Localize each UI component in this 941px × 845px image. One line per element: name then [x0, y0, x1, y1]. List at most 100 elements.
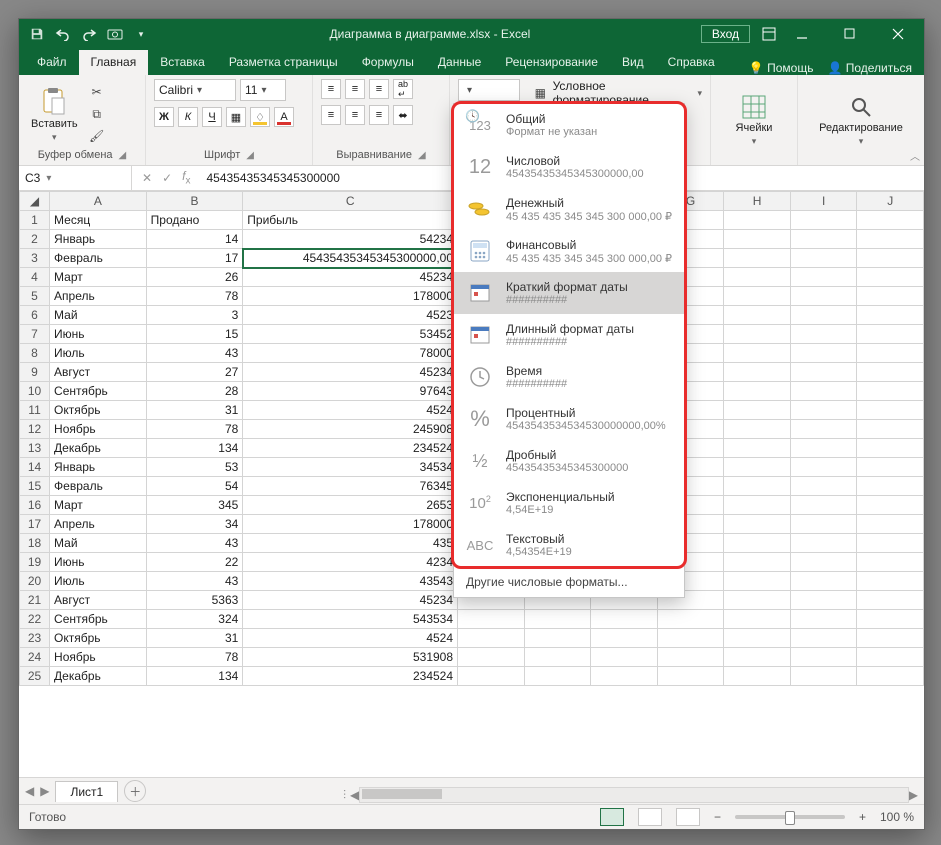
cell[interactable]: 245908	[243, 420, 458, 439]
save-icon[interactable]	[29, 26, 45, 42]
cells-button[interactable]: Ячейки ▾	[732, 92, 777, 149]
cell[interactable]: 4524	[243, 629, 458, 648]
cell[interactable]: 31	[146, 629, 243, 648]
tab-help[interactable]: Справка	[656, 50, 727, 75]
row-header[interactable]: 14	[20, 458, 50, 477]
row-header[interactable]: 20	[20, 572, 50, 591]
cell[interactable]: 78000	[243, 344, 458, 363]
cell[interactable]: 43	[146, 534, 243, 553]
close-button[interactable]	[876, 19, 920, 49]
cell[interactable]: 14	[146, 230, 243, 249]
cell[interactable]: 4524	[243, 401, 458, 420]
font-size-combo[interactable]: 11▾	[240, 79, 286, 101]
cell[interactable]: 17	[146, 249, 243, 268]
tab-review[interactable]: Рецензирование	[493, 50, 610, 75]
cell[interactable]: 22	[146, 553, 243, 572]
font-color-button[interactable]: А	[274, 107, 294, 127]
cell[interactable]: 45234	[243, 268, 458, 287]
cell[interactable]: Июль	[50, 344, 147, 363]
cell[interactable]: Месяц	[50, 211, 147, 230]
merge-button[interactable]: ⬌	[393, 105, 413, 125]
cancel-formula-icon[interactable]: ✕	[142, 171, 152, 185]
zoom-in-button[interactable]: +	[859, 810, 866, 824]
align-left-icon[interactable]: ≡	[321, 105, 341, 125]
redo-icon[interactable]	[81, 26, 97, 42]
cell[interactable]: Декабрь	[50, 439, 147, 458]
cell[interactable]: Апрель	[50, 515, 147, 534]
cell[interactable]: 78	[146, 648, 243, 667]
cell[interactable]: Ноябрь	[50, 648, 147, 667]
row-header[interactable]: 23	[20, 629, 50, 648]
cell[interactable]: Январь	[50, 230, 147, 249]
font-name-combo[interactable]: Calibri▾	[154, 79, 236, 101]
number-format-combo[interactable]: ▾	[458, 79, 520, 101]
format-option[interactable]: Длинный формат даты##########	[454, 314, 684, 356]
cell[interactable]: 26	[146, 268, 243, 287]
cell[interactable]: 15	[146, 325, 243, 344]
column-header[interactable]: A	[50, 192, 147, 211]
row-header[interactable]: 13	[20, 439, 50, 458]
column-header[interactable]: H	[724, 192, 791, 211]
format-option[interactable]: ½Дробный45435435345345300000	[454, 440, 684, 482]
row-header[interactable]: 16	[20, 496, 50, 515]
cell[interactable]: 345	[146, 496, 243, 515]
cell[interactable]: Сентябрь	[50, 610, 147, 629]
borders-button[interactable]: ▦	[226, 107, 246, 127]
share-button[interactable]: 👤 Поделиться	[827, 61, 912, 75]
dialog-launcher-icon[interactable]: ◢	[418, 150, 426, 161]
cell[interactable]: Июнь	[50, 325, 147, 344]
cell[interactable]: 53	[146, 458, 243, 477]
horizontal-scrollbar[interactable]: ⫶ ◀ ▶	[339, 786, 918, 804]
tab-view[interactable]: Вид	[610, 50, 656, 75]
paste-button[interactable]: Вставить ▾	[27, 84, 82, 145]
tab-formulas[interactable]: Формулы	[350, 50, 426, 75]
cell[interactable]: Октябрь	[50, 401, 147, 420]
tab-file[interactable]: Файл	[25, 50, 79, 75]
cell[interactable]: Июнь	[50, 553, 147, 572]
row-header[interactable]: 22	[20, 610, 50, 629]
accept-formula-icon[interactable]: ✓	[162, 171, 172, 185]
tab-insert[interactable]: Вставка	[148, 50, 217, 75]
column-header[interactable]: I	[790, 192, 857, 211]
underline-button[interactable]: Ч	[202, 107, 222, 127]
row-header[interactable]: 17	[20, 515, 50, 534]
tab-data[interactable]: Данные	[426, 50, 493, 75]
cell[interactable]: 234524	[243, 439, 458, 458]
cell[interactable]: 4234	[243, 553, 458, 572]
name-box[interactable]: C3▾	[19, 166, 132, 190]
row-header[interactable]: 21	[20, 591, 50, 610]
cell[interactable]: 43	[146, 344, 243, 363]
cell[interactable]: 28	[146, 382, 243, 401]
row-header[interactable]: 24	[20, 648, 50, 667]
cut-icon[interactable]: ✂	[88, 83, 106, 101]
format-option[interactable]: Краткий формат даты##########	[454, 272, 684, 314]
row-header[interactable]: 8	[20, 344, 50, 363]
cell[interactable]: 34534	[243, 458, 458, 477]
cell[interactable]: 134	[146, 667, 243, 686]
align-center-icon[interactable]: ≡	[345, 105, 365, 125]
column-header[interactable]: J	[857, 192, 924, 211]
cell[interactable]: Ноябрь	[50, 420, 147, 439]
undo-icon[interactable]	[55, 26, 71, 42]
align-top-icon[interactable]: ≡	[321, 79, 341, 99]
cell[interactable]: Продано	[146, 211, 243, 230]
cell[interactable]: 76345	[243, 477, 458, 496]
row-header[interactable]: 1	[20, 211, 50, 230]
cell[interactable]: 43543	[243, 572, 458, 591]
editing-button[interactable]: Редактирование ▾	[815, 92, 907, 149]
row-header[interactable]: 5	[20, 287, 50, 306]
cell[interactable]: 178000	[243, 287, 458, 306]
column-header[interactable]: B	[146, 192, 243, 211]
row-header[interactable]: 18	[20, 534, 50, 553]
cell[interactable]: 54234	[243, 230, 458, 249]
row-header[interactable]: 9	[20, 363, 50, 382]
cell[interactable]: Март	[50, 268, 147, 287]
cell[interactable]: Май	[50, 534, 147, 553]
column-header[interactable]: C	[243, 192, 458, 211]
cell[interactable]: 34	[146, 515, 243, 534]
fx-icon[interactable]: fx	[182, 169, 190, 186]
cell[interactable]: Август	[50, 363, 147, 382]
format-painter-icon[interactable]: 🖌	[88, 127, 106, 145]
more-formats-button[interactable]: Другие числовые форматы...	[454, 566, 684, 597]
zoom-slider[interactable]	[735, 815, 845, 819]
